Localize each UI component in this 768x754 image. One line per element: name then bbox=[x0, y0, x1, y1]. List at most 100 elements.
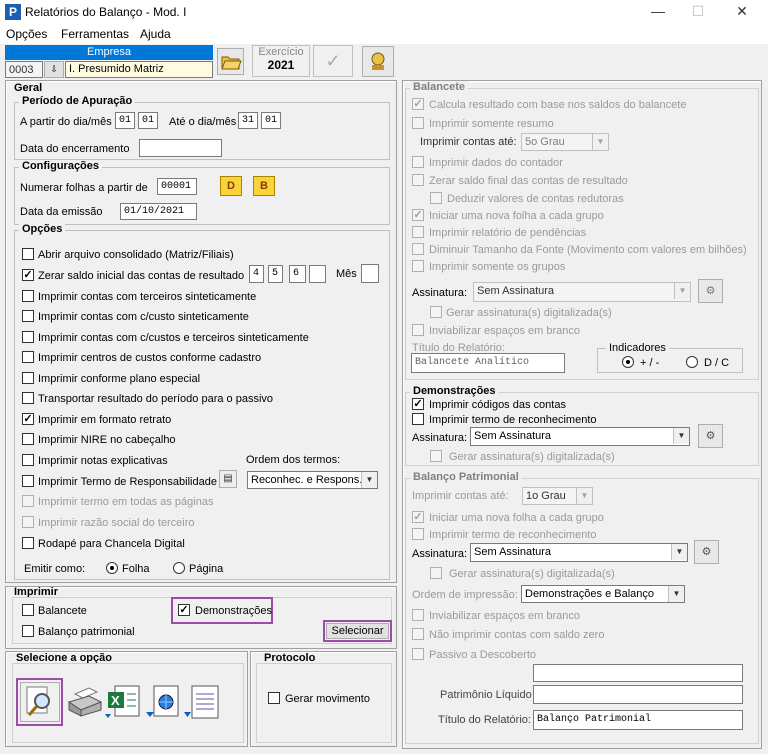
bp-ordem-select[interactable]: Demonstrações e Balanço ▼ bbox=[521, 585, 685, 603]
to-day-field[interactable]: 31 bbox=[238, 112, 258, 129]
bp-passivo-checkbox[interactable] bbox=[412, 648, 424, 660]
opcao-checkbox[interactable] bbox=[22, 351, 34, 363]
to-month-field[interactable]: 01 bbox=[261, 112, 281, 129]
close-icon[interactable]: ✕ bbox=[732, 2, 752, 20]
bp-inviab-checkbox[interactable] bbox=[412, 609, 424, 621]
opcao-checkbox[interactable] bbox=[22, 475, 34, 487]
chevron-down-icon: ▼ bbox=[674, 283, 690, 299]
bp-gerar-checkbox[interactable] bbox=[430, 567, 442, 579]
bal-option-checkbox[interactable]: ✓ bbox=[412, 209, 424, 221]
opcao-checkbox[interactable] bbox=[22, 310, 34, 322]
from-day-field[interactable]: 01 bbox=[115, 112, 135, 129]
bp-nao-impr-checkbox[interactable] bbox=[412, 628, 424, 640]
opcao-checkbox[interactable]: ✓ bbox=[22, 269, 34, 281]
termo-edit-button[interactable]: ▤ bbox=[219, 470, 237, 488]
menu-ajuda[interactable]: Ajuda bbox=[140, 27, 171, 41]
bal-assinatura-select[interactable]: Sem Assinatura ▼ bbox=[473, 282, 691, 302]
opcao-checkbox[interactable] bbox=[22, 331, 34, 343]
empresa-code-field[interactable]: 0003 bbox=[5, 61, 43, 78]
menu-ferramentas[interactable]: Ferramentas bbox=[61, 27, 129, 41]
radio-pagina-label: Página bbox=[189, 563, 224, 575]
bal-calcula-checkbox[interactable]: ✓ bbox=[412, 98, 424, 110]
balancete-checkbox[interactable] bbox=[22, 604, 34, 616]
dem-cod-checkbox[interactable]: ✓ bbox=[412, 398, 424, 410]
bp-termo-checkbox[interactable] bbox=[412, 528, 424, 540]
bal-option-checkbox[interactable] bbox=[412, 226, 424, 238]
bal-option-checkbox[interactable] bbox=[430, 192, 442, 204]
bal-inviab-checkbox[interactable] bbox=[412, 324, 424, 336]
opcao-checkbox[interactable] bbox=[22, 537, 34, 549]
magnifier-icon bbox=[26, 686, 50, 716]
dem-termo-checkbox[interactable] bbox=[412, 413, 424, 425]
minimize-icon[interactable]: — bbox=[648, 2, 668, 20]
numerar-field[interactable]: 00001 bbox=[157, 178, 197, 195]
settings-button[interactable] bbox=[362, 46, 394, 77]
maximize-icon[interactable]: ☐ bbox=[688, 2, 708, 20]
opcao-checkbox[interactable] bbox=[22, 248, 34, 260]
bp-assinatura-config-button[interactable]: ⚙ bbox=[694, 540, 719, 564]
dem-gerar-checkbox[interactable] bbox=[430, 450, 442, 462]
gerar-movimento-checkbox[interactable] bbox=[268, 692, 280, 704]
bal-assinatura-config-button[interactable]: ⚙ bbox=[698, 279, 723, 303]
radio-pagina[interactable] bbox=[173, 562, 185, 574]
chevron-down-icon: ▼ bbox=[671, 544, 687, 560]
opcao-checkbox[interactable] bbox=[22, 433, 34, 445]
bal-option-checkbox[interactable] bbox=[412, 260, 424, 272]
zerar-field-3[interactable]: 6 bbox=[289, 265, 306, 283]
from-label: A partir do dia/mês bbox=[20, 116, 112, 128]
bp-contas-select[interactable]: 1o Grau ▼ bbox=[522, 487, 593, 505]
close-date-field[interactable] bbox=[139, 139, 222, 157]
bp-assinatura-select[interactable]: Sem Assinatura ▼ bbox=[470, 543, 688, 562]
dem-assinatura-label: Assinatura: bbox=[412, 432, 468, 444]
d-button[interactable]: D bbox=[220, 176, 242, 196]
selecionar-button[interactable]: Selecionar bbox=[326, 623, 389, 639]
bal-contas-select[interactable]: 5o Grau ▼ bbox=[521, 133, 609, 151]
ordem-termos-select[interactable]: Reconhec. e Respons. ▼ bbox=[247, 471, 378, 489]
bp-nova-checkbox[interactable]: ✓ bbox=[412, 511, 424, 523]
chevron-down-icon: ▼ bbox=[668, 586, 684, 602]
zerar-field-4[interactable] bbox=[309, 265, 326, 283]
bal-option-checkbox[interactable] bbox=[412, 174, 424, 186]
radio-dc[interactable] bbox=[686, 356, 698, 368]
menu-opcoes[interactable]: Opções bbox=[6, 27, 47, 41]
confirm-button[interactable]: ✓ bbox=[313, 45, 353, 77]
opcao-checkbox[interactable] bbox=[22, 454, 34, 466]
folder-open-button[interactable] bbox=[217, 48, 244, 75]
bal-option-checkbox[interactable] bbox=[412, 156, 424, 168]
b-button[interactable]: B bbox=[253, 176, 275, 196]
bal-titulo-field[interactable]: Balancete Analítico bbox=[411, 353, 565, 373]
bp-pl-field[interactable] bbox=[533, 685, 743, 704]
bp-contas-label: Imprimir contas até: bbox=[412, 490, 509, 502]
print-button[interactable] bbox=[65, 682, 105, 722]
bp-titulo-label: Título do Relatório: bbox=[438, 714, 531, 726]
opcao-checkbox[interactable] bbox=[22, 516, 34, 528]
bal-option-checkbox[interactable] bbox=[412, 243, 424, 255]
gear-person-icon bbox=[371, 52, 385, 70]
opcao-checkbox[interactable] bbox=[22, 392, 34, 404]
dem-assinatura-config-button[interactable]: ⚙ bbox=[698, 424, 723, 448]
zerar-field-2[interactable]: 5 bbox=[268, 265, 283, 283]
balanco-checkbox[interactable] bbox=[22, 625, 34, 637]
opcao-checkbox[interactable] bbox=[22, 290, 34, 302]
emissao-field[interactable]: 01/10/2021 bbox=[120, 203, 197, 220]
radio-folha[interactable] bbox=[106, 562, 118, 574]
from-month-field[interactable]: 01 bbox=[138, 112, 158, 129]
preview-button[interactable] bbox=[20, 682, 60, 722]
bal-resumo-checkbox[interactable] bbox=[412, 117, 424, 129]
export-text-button[interactable] bbox=[184, 682, 224, 722]
opcao-checkbox[interactable]: ✓ bbox=[22, 413, 34, 425]
zerar-field-1[interactable]: 4 bbox=[249, 265, 264, 283]
dem-assinatura-select[interactable]: Sem Assinatura ▼ bbox=[470, 427, 690, 446]
bal-gerar-assin-checkbox[interactable] bbox=[430, 306, 442, 318]
bp-titulo-field[interactable]: Balanço Patrimonial bbox=[533, 710, 743, 730]
demonstracoes-checkbox[interactable]: ✓ bbox=[178, 604, 190, 616]
export-excel-button[interactable]: X bbox=[105, 682, 145, 722]
empresa-lookup-button[interactable]: ⇩ bbox=[44, 61, 64, 78]
radio-mais-menos[interactable] bbox=[622, 356, 634, 368]
mes-field[interactable] bbox=[361, 264, 379, 283]
bp-passivo-field[interactable] bbox=[533, 664, 743, 682]
export-web-button[interactable] bbox=[144, 682, 184, 722]
opcao-checkbox[interactable] bbox=[22, 495, 34, 507]
opcao-checkbox[interactable] bbox=[22, 372, 34, 384]
empresa-name-field[interactable]: I. Presumido Matriz bbox=[65, 61, 213, 78]
